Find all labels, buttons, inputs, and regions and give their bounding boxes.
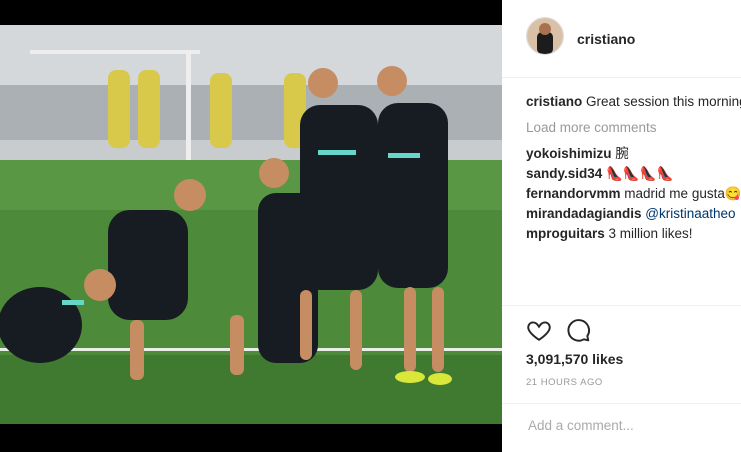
comment-username[interactable]: mproguitars: [526, 226, 605, 241]
add-comment-input[interactable]: [526, 417, 730, 434]
comment-username[interactable]: fernandorvmm: [526, 186, 621, 201]
username-link[interactable]: cristiano: [577, 31, 635, 47]
comment-item: sandy.sid34 👠👠👠👠: [526, 164, 741, 184]
comment-text: 👠👠👠👠: [606, 166, 674, 181]
comment-text: 3 million likes!: [608, 226, 693, 241]
comment-list: cristiano Great session this morning! Wi…: [526, 92, 741, 300]
post-photo-image: [0, 25, 502, 424]
comment-item: mirandadagiandis @kristinaatheo: [526, 204, 741, 224]
likes-count[interactable]: 3,091,570 likes: [526, 351, 623, 367]
comment-bubble-icon[interactable]: [565, 317, 591, 343]
comment-username[interactable]: yokoishimizu: [526, 146, 612, 161]
comment-username[interactable]: sandy.sid34: [526, 166, 602, 181]
post-caption: cristiano Great session this morning! Wi…: [526, 92, 741, 112]
load-more-comments-link[interactable]: Load more comments: [526, 118, 741, 138]
image-viewer: [0, 0, 502, 452]
post-detail-panel: cristiano cristiano Great session this m…: [502, 0, 741, 452]
post-header: cristiano: [502, 0, 741, 78]
comment-text: 腕: [615, 146, 629, 161]
post-photo[interactable]: [0, 25, 502, 424]
post-timestamp[interactable]: 21 HOURS AGO: [526, 377, 603, 388]
caption-text: Great session this morning! Winning team: [586, 94, 741, 109]
comment-mention[interactable]: @kristinaatheo: [645, 206, 735, 221]
heart-icon[interactable]: [526, 317, 552, 343]
add-comment-bar: [502, 403, 741, 452]
caption-username[interactable]: cristiano: [526, 94, 582, 109]
comment-item: fernandorvmm madrid me gusta😋😋😋😋😋😋😋😋: [526, 184, 741, 204]
avatar[interactable]: [526, 17, 564, 55]
comment-item: yokoishimizu 腕: [526, 144, 741, 164]
comment-text: madrid me gusta😋😋😋😋😋😋😋😋: [624, 186, 741, 201]
comment-item: mproguitars 3 million likes!: [526, 224, 741, 244]
comment-username[interactable]: mirandadagiandis: [526, 206, 642, 221]
